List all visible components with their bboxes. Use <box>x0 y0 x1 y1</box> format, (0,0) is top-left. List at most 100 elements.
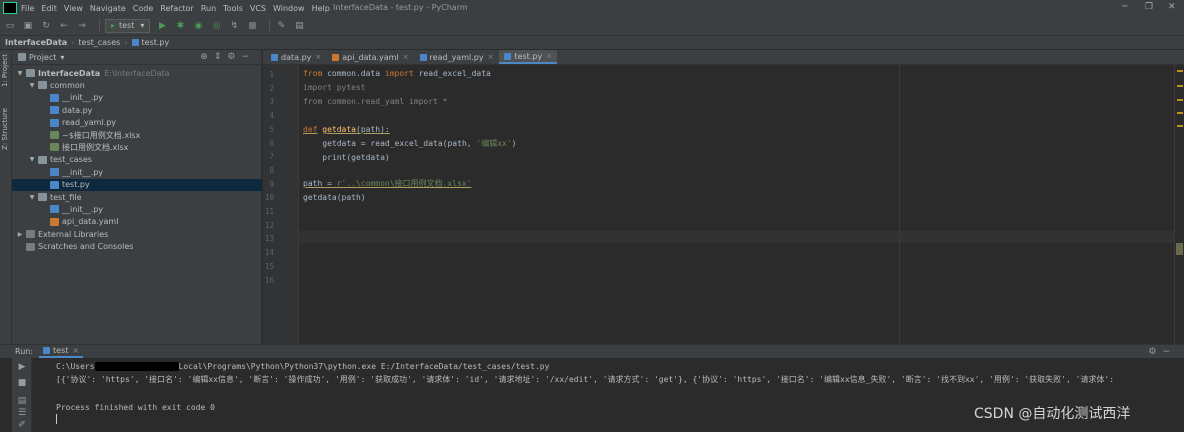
pin-tab-icon[interactable]: ✐ <box>16 420 28 432</box>
wrench-icon[interactable]: ✎ <box>275 20 287 32</box>
menu-code[interactable]: Code <box>133 4 153 13</box>
chevron-down-icon[interactable]: ▼ <box>28 194 36 201</box>
open-folder-icon[interactable]: ▭ <box>4 20 16 32</box>
scroll-thumb[interactable] <box>1176 243 1183 255</box>
pin-icon[interactable]: ☰ <box>16 408 28 420</box>
tree-item-label: data.py <box>62 105 93 115</box>
py-icon <box>50 118 59 127</box>
warning-marker[interactable] <box>1177 112 1183 114</box>
run-icon[interactable]: ▶ <box>156 20 168 32</box>
chevron-down-icon[interactable]: ▼ <box>16 70 24 77</box>
tree-file[interactable]: __init__.py <box>12 203 262 215</box>
menu-tools[interactable]: Tools <box>223 4 243 13</box>
menu-edit[interactable]: Edit <box>41 4 57 13</box>
forward-icon[interactable]: → <box>76 20 88 32</box>
side-tab-project[interactable]: 1: Project <box>1 54 9 87</box>
warning-marker[interactable] <box>1177 125 1183 127</box>
code-line-9: path = r'..\common\接口用例文档.xlsx' <box>303 179 472 188</box>
sync-icon[interactable]: ↻ <box>40 20 52 32</box>
line-number: 14 <box>264 248 274 258</box>
menu-help[interactable]: Help <box>312 4 330 13</box>
tree-folder[interactable]: ▼ test_file <box>12 191 262 203</box>
tree-file[interactable]: ~$接口用例文档.xlsx <box>12 129 262 141</box>
breadcrumb-project[interactable]: InterfaceData <box>5 38 67 47</box>
profile-icon[interactable]: ◎ <box>210 20 222 32</box>
warning-marker[interactable] <box>1177 99 1183 101</box>
run-tab[interactable]: test × <box>39 345 84 358</box>
tree-file[interactable]: 接口用例文档.xlsx <box>12 141 262 153</box>
panel-options-icons[interactable]: ⊕⇕⚙− <box>200 52 255 62</box>
menu-vcs[interactable]: VCS <box>250 4 266 13</box>
toolbar: ▭ ▣ ↻ ← → ▸ test ▾ ▶ ✱ ◉ ◎ ↯ ■ ✎ ▤ <box>0 16 1184 36</box>
breadcrumb-folder[interactable]: test_cases <box>78 38 120 47</box>
back-icon[interactable]: ← <box>58 20 70 32</box>
close-icon[interactable]: × <box>488 53 494 61</box>
run-label: Run: <box>15 347 34 356</box>
tree-file[interactable]: Scratches and Consoles <box>12 241 262 253</box>
close-icon[interactable]: × <box>546 52 552 60</box>
concurrency-icon[interactable]: ↯ <box>228 20 240 32</box>
folder-icon <box>38 193 47 201</box>
menu-view[interactable]: View <box>64 4 83 13</box>
caret-row-highlight <box>299 231 1174 243</box>
maximize-button[interactable]: ❐ <box>1145 2 1153 12</box>
menu-file[interactable]: File <box>21 4 34 13</box>
warning-marker[interactable] <box>1177 85 1183 87</box>
save-all-icon[interactable]: ▣ <box>22 20 34 32</box>
python-config-icon: ▸ <box>111 21 116 30</box>
line-number: 15 <box>264 261 274 271</box>
rerun-icon[interactable]: ▶ <box>16 362 28 374</box>
close-button[interactable]: ✕ <box>1168 2 1176 12</box>
tree-item-label: InterfaceData <box>38 68 101 78</box>
code-line-7: print(getdata) <box>303 153 390 162</box>
tree-file[interactable]: ▶ External Libraries <box>12 228 262 240</box>
console-exit-line: Process finished with exit code 0 <box>56 403 215 412</box>
menu-refactor[interactable]: Refactor <box>160 4 194 13</box>
tree-file[interactable]: data.py <box>12 104 262 116</box>
project-structure-icon[interactable]: ▤ <box>293 20 305 32</box>
tree-folder[interactable]: ▼ common <box>12 79 262 91</box>
tree-file[interactable]: test.py <box>12 178 262 191</box>
watermark: CSDN @自动化测试西洋 <box>974 406 1131 422</box>
side-tab-structure[interactable]: Z: Structure <box>1 108 9 150</box>
close-icon[interactable]: × <box>403 53 409 61</box>
tree-folder[interactable]: ▼ InterfaceData E:\InterfaceData <box>12 67 262 79</box>
editor-tab[interactable]: read_yaml.py × <box>415 50 499 64</box>
line-number: 11 <box>264 207 274 216</box>
menu-navigate[interactable]: Navigate <box>90 4 126 13</box>
editor-tab[interactable]: test.py × <box>499 50 558 64</box>
minimize-button[interactable]: ─ <box>1122 2 1127 12</box>
menu-window[interactable]: Window <box>273 4 305 13</box>
editor-tab[interactable]: data.py × <box>266 50 326 64</box>
run-config-select[interactable]: ▸ test ▾ <box>105 18 151 33</box>
menu-run[interactable]: Run <box>201 4 216 13</box>
chevron-down-icon[interactable]: ▾ <box>60 53 64 62</box>
layout-icon[interactable]: ▤ <box>16 396 28 408</box>
stop-icon[interactable]: ■ <box>246 20 258 32</box>
warning-marker[interactable] <box>1177 70 1183 72</box>
tree-file[interactable]: __init__.py <box>12 166 262 178</box>
debug-icon[interactable]: ✱ <box>174 20 186 32</box>
close-icon[interactable]: × <box>315 53 321 61</box>
close-icon[interactable]: × <box>72 346 79 355</box>
pycharm-logo-icon <box>3 2 17 14</box>
code-editor[interactable]: from common.data import read_excel_data … <box>299 65 1174 344</box>
yaml-icon <box>50 217 59 226</box>
tree-folder[interactable]: ▼ test_cases <box>12 154 262 166</box>
chevron-right-icon[interactable]: ▶ <box>16 231 24 238</box>
chevron-down-icon[interactable]: ▼ <box>28 156 36 163</box>
tree-file[interactable]: api_data.yaml <box>12 216 262 228</box>
editor-scrollbar[interactable] <box>1174 65 1184 344</box>
stop-icon[interactable]: ■ <box>16 378 28 390</box>
breadcrumb-file[interactable]: test.py <box>142 38 170 47</box>
chevron-down-icon[interactable]: ▼ <box>28 82 36 89</box>
tree-file[interactable]: __init__.py <box>12 92 262 104</box>
editor-tab[interactable]: api_data.yaml × <box>327 50 413 64</box>
console-cursor <box>56 414 57 424</box>
editor-tab-label: api_data.yaml <box>342 52 399 62</box>
project-panel-title[interactable]: Project <box>29 53 56 62</box>
tree-file[interactable]: read_yaml.py <box>12 117 262 129</box>
coverage-icon[interactable]: ◉ <box>192 20 204 32</box>
line-number: 3 <box>269 97 274 107</box>
run-panel-options-icons[interactable]: ⚙− <box>1148 347 1176 357</box>
